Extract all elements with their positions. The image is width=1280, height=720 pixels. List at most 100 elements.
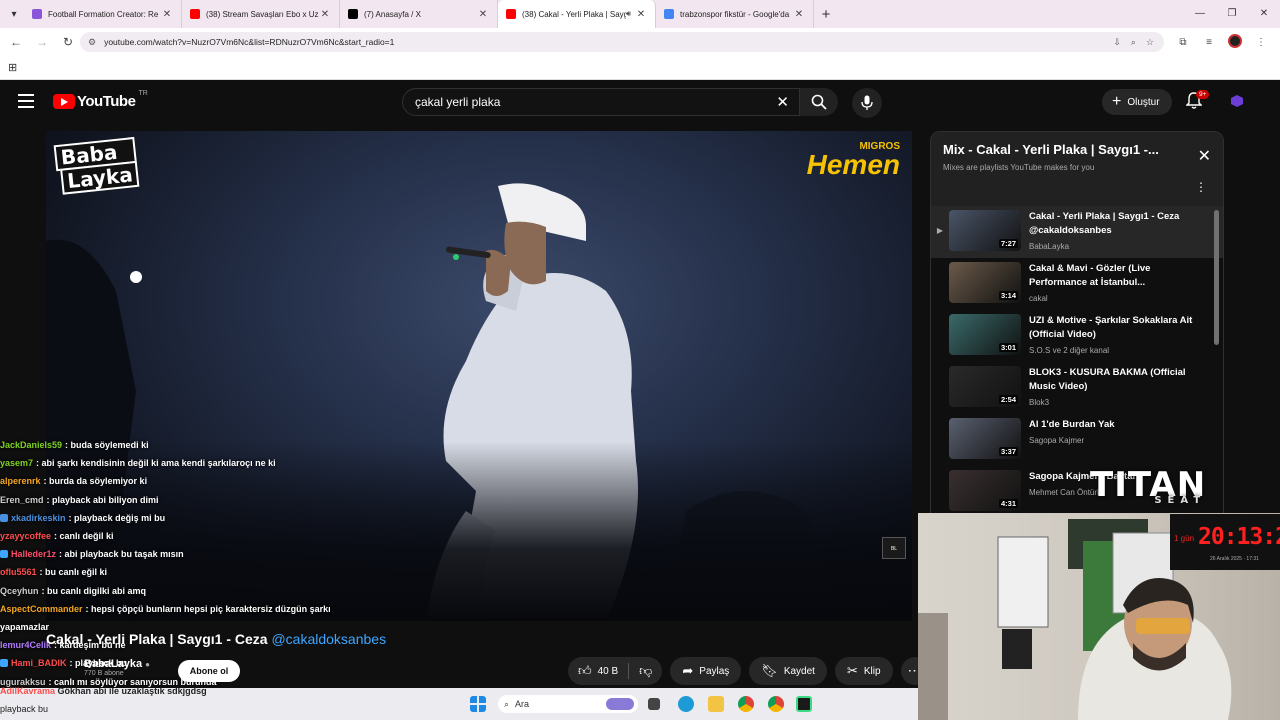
microphone-icon — [861, 95, 873, 110]
channel-info[interactable]: BabaLayka ● 770 B abone — [84, 658, 150, 677]
tab-audio-icon[interactable]: 🔊︎ — [626, 9, 631, 19]
playlist-item[interactable]: 3:01 UZI & Motive - Şarkılar Sokaklara Ai… — [931, 310, 1223, 362]
share-icon: ➦ — [682, 663, 694, 678]
account-avatar[interactable] — [1230, 94, 1244, 108]
browser-tab[interactable]: trabzonspor fikstür - Google'da ✕ — [656, 0, 814, 28]
playlist-title[interactable]: Mix - Cakal - Yerli Plaka | Saygı1 -... — [943, 142, 1211, 157]
like-button[interactable]: 👍︎ 40 B — [568, 657, 628, 685]
chat-message: yzayycoffee: canlı değil ki — [0, 527, 380, 545]
browser-menu-icon[interactable]: ⋮ — [1248, 37, 1274, 48]
clip-button[interactable]: ✂ Klip — [834, 657, 893, 685]
apps-grid-icon[interactable]: ⊞ — [8, 61, 17, 74]
playlist-item-channel: Sagopa Kajmer — [1029, 436, 1085, 445]
taskbar-search-icon: ⌕ — [504, 698, 510, 709]
app-icon[interactable] — [796, 696, 812, 712]
clear-search-icon[interactable]: ✕ — [776, 93, 789, 111]
taskbar-search[interactable]: ⌕ Ara — [498, 695, 638, 713]
playlist-item[interactable]: 3:37 Al 1'de Burdan Yak Sagopa Kajmer — [931, 414, 1223, 466]
playlist-item[interactable]: ▶ 7:27 Cakal - Yerli Plaka | Saygı1 - Ceza… — [931, 206, 1223, 258]
close-window-icon[interactable]: ✕ — [1248, 0, 1280, 28]
playlist-item-title[interactable]: Al 1'de Burdan Yak — [1029, 418, 1199, 432]
task-view-icon[interactable] — [648, 698, 660, 710]
channel-name[interactable]: BabaLayka — [84, 658, 142, 670]
playlist-item[interactable]: 2:54 BLOK3 - KUSURA BAKMA (Official Music… — [931, 362, 1223, 414]
playlist-item-title[interactable]: UZI & Motive - Şarkılar Sokaklara Ait (O… — [1029, 314, 1199, 342]
playlist-thumbnail[interactable]: 2:54 — [949, 366, 1021, 407]
zoom-icon[interactable]: ⌕ — [1131, 37, 1136, 48]
playlist-item-marker — [931, 470, 949, 486]
subathon-timer: 1 gün 20:13:2 26 Aralık 2025 · 17:31 — [1170, 514, 1280, 570]
tab-favicon-icon — [664, 9, 674, 19]
playlist-thumbnail[interactable]: 3:14 — [949, 262, 1021, 303]
playlist-scrollbar[interactable] — [1214, 210, 1219, 345]
site-info-icon[interactable]: ⚙ — [88, 37, 96, 48]
file-explorer-icon[interactable] — [708, 696, 724, 712]
playlist-thumbnail[interactable]: 4:31 — [949, 470, 1021, 511]
tab-title: Football Formation Creator: Re — [48, 9, 159, 19]
dislike-button[interactable]: 👎︎ — [629, 657, 662, 685]
chat-text: playback değiş mi bu — [74, 512, 166, 523]
install-icon[interactable]: ⇩ — [1113, 37, 1121, 48]
chat-message: Qceyhun: bu canlı digilki abi amq — [0, 582, 380, 600]
chat-message: AspectCommander: hepsi çöpçü bunların he… — [0, 600, 380, 618]
chat-badge-icon — [0, 513, 8, 522]
forward-icon[interactable]: → — [30, 35, 54, 49]
close-tab-icon[interactable]: ✕ — [477, 9, 489, 20]
timer-date: 26 Aralık 2025 · 17:31 — [1210, 556, 1259, 562]
title-mention-link[interactable]: @cakaldoksanbes — [271, 631, 386, 647]
menu-hamburger-icon[interactable] — [18, 94, 34, 108]
video-duration: 3:14 — [998, 291, 1018, 300]
voice-search-button[interactable] — [852, 88, 882, 118]
edge-icon[interactable] — [678, 696, 694, 712]
close-tab-icon[interactable]: ✕ — [161, 9, 173, 20]
back-icon[interactable]: ← — [4, 35, 28, 49]
browser-tab[interactable]: (38) Cakal - Yerli Plaka | Saygı 🔊︎ ✕ — [498, 0, 656, 28]
playlist-thumbnail[interactable]: 7:27 — [949, 210, 1021, 251]
browser-tab[interactable]: (38) Stream Savaşları Ebo x Uzi ✕ — [182, 0, 340, 28]
playlist-thumbnail[interactable]: 3:37 — [949, 418, 1021, 459]
chrome-icon[interactable] — [738, 696, 754, 712]
tab-title: (7) Anasayfa / X — [364, 9, 421, 19]
minimize-icon[interactable]: — — [1184, 0, 1216, 28]
like-count: 40 B — [597, 665, 619, 677]
close-tab-icon[interactable]: ✕ — [793, 9, 805, 20]
chat-text: hepsi çöpçü bunların hepsi piç karakters… — [91, 603, 331, 614]
close-playlist-icon[interactable]: ✕ — [1198, 146, 1211, 166]
bookmark-star-icon[interactable]: ☆ — [1146, 37, 1154, 48]
reading-list-icon[interactable]: ≡ — [1196, 37, 1222, 48]
sponsor-logo: MIGROS Hemen — [806, 141, 900, 180]
address-bar[interactable]: ⚙ youtube.com/watch?v=NuzrO7Vm6Nc&list=R… — [80, 32, 1164, 52]
playlist-item-title[interactable]: Cakal - Yerli Plaka | Saygı1 - Ceza @cak… — [1029, 210, 1199, 238]
youtube-play-icon — [53, 94, 75, 109]
maximize-icon[interactable]: ❐ — [1216, 0, 1248, 28]
channel-watermark-logo: Baba Layka — [53, 136, 140, 195]
playlist-thumbnail[interactable]: 3:01 — [949, 314, 1021, 355]
subscribe-button[interactable]: Abone ol — [178, 660, 240, 682]
youtube-logo[interactable]: YouTube TR — [53, 90, 148, 110]
chat-message: Halleder1z: abi playback bu taşak mısın — [0, 545, 380, 563]
browser-tab[interactable]: (7) Anasayfa / X ✕ — [340, 0, 498, 28]
browser-tab[interactable]: Football Formation Creator: Re ✕ — [24, 0, 182, 28]
close-tab-icon[interactable]: ✕ — [319, 9, 331, 20]
profile-icon[interactable] — [1222, 33, 1248, 51]
chat-username: Qceyhun — [0, 585, 39, 596]
playlist-item-title[interactable]: BLOK3 - KUSURA BAKMA (Official Music Vid… — [1029, 366, 1199, 394]
tab-search-button[interactable]: ▾ — [4, 4, 24, 24]
chat-text: abi şarkı kendisinin değil ki ama kendi … — [41, 458, 276, 469]
chat-message: alperenrk: burda da söylemiyor ki — [0, 472, 380, 490]
windows-start-icon[interactable] — [470, 696, 486, 712]
youtube-header: YouTube TR çakal yerli plaka ✕ + Oluştur… — [0, 80, 1280, 124]
playlist-menu-icon[interactable]: ⋮ — [1195, 180, 1207, 194]
search-input[interactable]: çakal yerli plaka ✕ — [402, 88, 800, 116]
create-button[interactable]: + Oluştur — [1102, 89, 1172, 115]
share-button[interactable]: ➦ Paylaş — [670, 657, 742, 685]
chrome-profile-icon[interactable] — [768, 696, 784, 712]
close-tab-icon[interactable]: ✕ — [635, 9, 647, 20]
reload-icon[interactable]: ↻ — [56, 35, 80, 49]
search-button[interactable] — [800, 88, 838, 116]
new-tab-button[interactable]: + — [814, 6, 838, 23]
extensions-icon[interactable]: ⧉ — [1170, 37, 1196, 48]
playlist-item[interactable]: 3:14 Cakal & Mavi - Gözler (Live Performa… — [931, 258, 1223, 310]
playlist-item-title[interactable]: Cakal & Mavi - Gözler (Live Performance … — [1029, 262, 1199, 290]
save-button[interactable]: 🔖︎ Kaydet — [749, 657, 827, 685]
